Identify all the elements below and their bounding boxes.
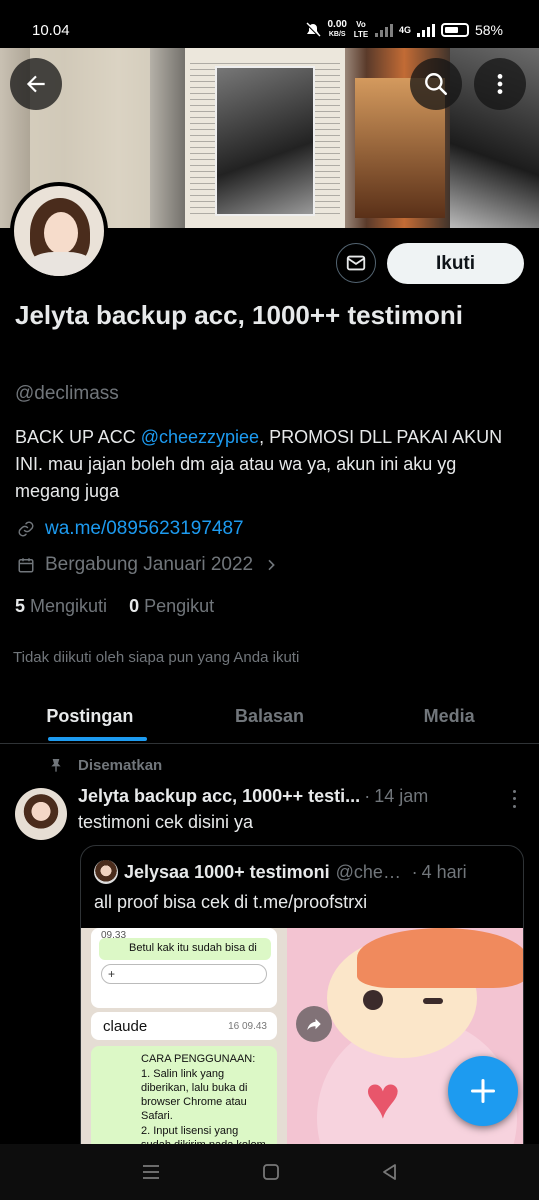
search-icon bbox=[425, 73, 448, 96]
calendar-icon bbox=[18, 558, 34, 573]
mail-icon bbox=[346, 255, 366, 271]
followers-count: 0 bbox=[129, 596, 140, 616]
display-name: Jelyta backup acc, 1000++ testimoni bbox=[15, 300, 464, 330]
profile-bio: BACK UP ACC @cheezzypiee, PROMOSI DLL PA… bbox=[15, 424, 525, 505]
network-speed: 0.00 KB/S bbox=[327, 20, 346, 40]
network-gen: 4G bbox=[398, 25, 411, 35]
signal-icon-2 bbox=[416, 23, 435, 37]
pin-icon bbox=[51, 759, 61, 772]
cartoon-head bbox=[327, 928, 523, 1058]
followers-label: Pengikut bbox=[144, 596, 215, 616]
quoted-post-text: all proof bisa cek di t.me/proofstrxi bbox=[94, 892, 368, 912]
banner-statue-photo bbox=[215, 66, 315, 216]
following-label: Mengikuti bbox=[30, 596, 108, 616]
instructions-title: CARA PENGGUNAAN: bbox=[141, 1053, 256, 1065]
cartoon-image: ♥ bbox=[287, 928, 523, 1164]
quoted-separator: · bbox=[411, 861, 418, 882]
volte-label: Vo LTE bbox=[353, 20, 369, 39]
mutual-followers-note: Tidak diikuti oleh siapa pun yang Anda i… bbox=[13, 649, 300, 666]
heart-icon: ♥ bbox=[365, 1064, 401, 1131]
avatar-face bbox=[44, 212, 78, 254]
share-button[interactable] bbox=[296, 1006, 332, 1042]
link-icon bbox=[18, 521, 34, 537]
quoted-post-time: 4 hari bbox=[421, 861, 467, 882]
chat-screenshot-image: 09.33 Betul kak itu sudah bisa di + clau… bbox=[81, 928, 287, 1164]
profile-link-row: wa.me/0895623197487 bbox=[17, 518, 244, 540]
follow-stats: 5 Mengikuti 0 Pengikut bbox=[15, 596, 214, 617]
share-arrow-icon bbox=[307, 1018, 321, 1030]
quoted-author-avatar bbox=[94, 860, 118, 884]
post-header: Jelyta backup acc, 1000++ testi... · 14 … bbox=[78, 786, 523, 807]
arrow-left-icon bbox=[26, 75, 45, 93]
profile-handle: @declimass bbox=[15, 383, 119, 404]
chevron-right-icon bbox=[268, 559, 275, 571]
chat-top-card: 09.33 Betul kak itu sudah bisa di + bbox=[91, 928, 277, 1008]
post-time: 14 jam bbox=[374, 786, 429, 806]
quoted-post-media[interactable]: 09.33 Betul kak itu sudah bisa di + clau… bbox=[81, 928, 523, 1164]
compose-button[interactable] bbox=[448, 1056, 518, 1126]
follow-button[interactable]: Ikuti bbox=[387, 243, 524, 284]
join-date: Bergabung Januari 2022 bbox=[45, 554, 254, 575]
status-time: 10.04 bbox=[32, 22, 70, 39]
profile-link[interactable]: wa.me/0895623197487 bbox=[45, 518, 244, 540]
chat-input: + bbox=[101, 964, 267, 984]
speed-value: 0.00 bbox=[327, 19, 347, 30]
back-button[interactable] bbox=[10, 58, 62, 110]
chat-bubble: Betul kak itu sudah bisa di bbox=[99, 938, 271, 960]
post-separator: · bbox=[364, 786, 371, 806]
pinned-label: Disematkan bbox=[78, 756, 163, 774]
signal-icon bbox=[374, 23, 393, 37]
active-tab-indicator bbox=[48, 737, 147, 741]
mute-icon bbox=[306, 22, 321, 37]
battery-icon bbox=[440, 23, 469, 37]
profile-tabs: Postingan Balasan Media bbox=[0, 690, 539, 744]
tab-media[interactable]: Media bbox=[359, 690, 539, 743]
status-icons: 0.00 KB/S Vo LTE 4G 58% bbox=[305, 20, 503, 40]
more-vertical-icon bbox=[497, 74, 503, 94]
avatar-shirt bbox=[26, 252, 96, 276]
join-date-row[interactable]: Bergabung Januari 2022 bbox=[17, 554, 279, 576]
menu-icon[interactable] bbox=[141, 1163, 161, 1181]
quoted-post[interactable]: Jelysaa 1000+ testimoni @cheezzypiee · 4… bbox=[80, 845, 524, 1165]
pinned-indicator: Disematkan bbox=[48, 756, 162, 774]
tab-posts[interactable]: Postingan bbox=[0, 690, 180, 743]
bio-prefix: BACK UP ACC bbox=[15, 427, 141, 447]
following-count: 5 bbox=[15, 596, 26, 616]
following-stat[interactable]: 5 Mengikuti bbox=[15, 596, 107, 617]
battery-level: 58% bbox=[474, 22, 503, 38]
post-text: testimoni cek disini ya bbox=[78, 812, 254, 832]
more-options-button[interactable] bbox=[474, 58, 526, 110]
plus-icon bbox=[470, 1078, 496, 1104]
home-square-icon[interactable] bbox=[262, 1163, 280, 1181]
quoted-author-name: Jelysaa 1000+ testimoni bbox=[124, 861, 330, 882]
chat-view-stamp: 16 09.43 bbox=[228, 1021, 267, 1032]
followers-stat[interactable]: 0 Pengikut bbox=[129, 596, 214, 617]
post-author-avatar[interactable] bbox=[15, 788, 67, 840]
instructions-step-1: 1. Salin link yang diberikan, lalu buka … bbox=[141, 1068, 248, 1122]
search-button[interactable] bbox=[410, 58, 462, 110]
cartoon-hair bbox=[357, 928, 523, 988]
speed-unit: KB/S bbox=[328, 31, 346, 38]
cartoon-eye-left bbox=[363, 990, 383, 1010]
cartoon-eye-right bbox=[423, 998, 443, 1004]
quoted-author-handle: @cheezzypiee bbox=[335, 861, 408, 882]
back-triangle-icon[interactable] bbox=[381, 1163, 399, 1181]
quoted-post-header: Jelysaa 1000+ testimoni @cheezzypiee · 4… bbox=[94, 860, 514, 884]
post-more-button[interactable] bbox=[505, 788, 523, 810]
bio-mention-link[interactable]: @cheezzypiee bbox=[141, 427, 259, 447]
message-button[interactable] bbox=[336, 243, 376, 283]
profile-avatar[interactable] bbox=[10, 182, 108, 280]
post-author-name[interactable]: Jelyta backup acc, 1000++ testi... bbox=[78, 786, 360, 807]
tab-replies[interactable]: Balasan bbox=[180, 690, 360, 743]
chat-contact-card: claude 16 09.43 bbox=[91, 1012, 277, 1040]
chat-contact-name: claude bbox=[103, 1018, 148, 1035]
system-nav-bar bbox=[0, 1144, 539, 1200]
